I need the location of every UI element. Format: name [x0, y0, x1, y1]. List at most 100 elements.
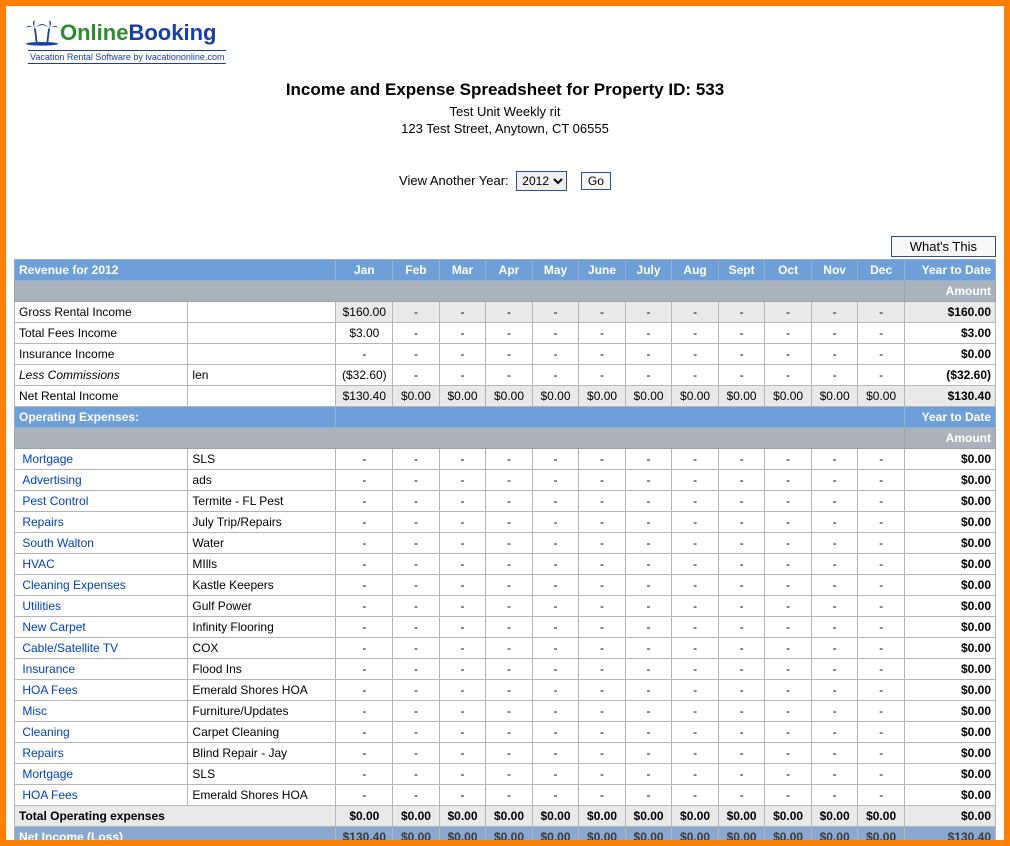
expense-link[interactable]: Insurance [22, 662, 75, 676]
revenue-row: Total Fees Income$3.00-----------$3.00 [15, 323, 996, 344]
revenue-row: Less Commissionslen($32.60)-----------($… [15, 365, 996, 386]
expense-link[interactable]: HVAC [22, 557, 54, 571]
expense-link[interactable]: Repairs [22, 746, 63, 760]
expense-link[interactable]: New Carpet [22, 620, 85, 634]
cell: - [811, 344, 858, 365]
cell: - [336, 470, 393, 491]
cell: - [858, 554, 905, 575]
month-header: Sept [718, 260, 765, 281]
cell: - [393, 638, 440, 659]
cell: - [486, 533, 533, 554]
cell: - [393, 764, 440, 785]
cell: - [532, 470, 579, 491]
cell: - [811, 785, 858, 806]
cell: - [579, 743, 626, 764]
cell: - [393, 512, 440, 533]
cell: - [625, 449, 672, 470]
cell: - [625, 323, 672, 344]
cell: - [765, 344, 812, 365]
cell: - [532, 722, 579, 743]
expense-link[interactable]: Utilities [22, 599, 61, 613]
expense-row: InsuranceFlood Ins------------$0.00 [15, 659, 996, 680]
expense-row: UtilitiesGulf Power------------$0.00 [15, 596, 996, 617]
cell: - [393, 617, 440, 638]
cell: - [532, 701, 579, 722]
cell: - [765, 680, 812, 701]
month-header: Feb [393, 260, 440, 281]
cell: - [336, 680, 393, 701]
expense-link[interactable]: Repairs [22, 515, 63, 529]
go-button[interactable]: Go [581, 172, 611, 190]
cell: - [486, 470, 533, 491]
cell: - [625, 470, 672, 491]
cell: $0.00 [439, 386, 486, 407]
expense-link[interactable]: Advertising [22, 473, 81, 487]
cell: - [393, 743, 440, 764]
expense-link[interactable]: Mortgage [22, 452, 73, 466]
cell: - [811, 491, 858, 512]
ytd-cell: $0.00 [904, 701, 995, 722]
expense-link[interactable]: HOA Fees [22, 683, 77, 697]
expense-link[interactable]: Pest Control [22, 494, 88, 508]
row-desc [188, 386, 336, 407]
cell: ($32.60) [336, 365, 393, 386]
cell: - [486, 365, 533, 386]
ytd-cell: $0.00 [904, 680, 995, 701]
cell: - [393, 722, 440, 743]
cell: - [858, 743, 905, 764]
cell: $0.00 [579, 386, 626, 407]
expense-link[interactable]: Cleaning Expenses [22, 578, 125, 592]
expense-row: MortgageSLS------------$0.00 [15, 764, 996, 785]
expense-row: South WaltonWater------------$0.00 [15, 533, 996, 554]
cell: - [486, 575, 533, 596]
cell: - [532, 638, 579, 659]
cell: - [532, 575, 579, 596]
cell: - [336, 638, 393, 659]
cell: - [718, 365, 765, 386]
cell: - [439, 554, 486, 575]
cell: - [486, 596, 533, 617]
row-desc: Flood Ins [188, 659, 336, 680]
cell: $0.00 [765, 386, 812, 407]
cell: - [811, 764, 858, 785]
cell: - [765, 470, 812, 491]
row-desc: Gulf Power [188, 596, 336, 617]
cell: - [336, 596, 393, 617]
cell: $0.00 [811, 386, 858, 407]
cell: - [336, 722, 393, 743]
cell: $0.00 [486, 386, 533, 407]
ytd-cell: $0.00 [904, 764, 995, 785]
expense-link[interactable]: South Walton [22, 536, 94, 550]
year-select[interactable]: 2012 [516, 171, 567, 191]
cell: - [486, 701, 533, 722]
cell: - [718, 638, 765, 659]
row-desc: Blind Repair - Jay [188, 743, 336, 764]
expense-link[interactable]: HOA Fees [22, 788, 77, 802]
cell: - [579, 512, 626, 533]
cell: - [532, 344, 579, 365]
month-header: July [625, 260, 672, 281]
row-label: Misc [15, 701, 188, 722]
cell: - [336, 617, 393, 638]
expense-row: Pest ControlTermite - FL Pest-----------… [15, 491, 996, 512]
cell: - [486, 449, 533, 470]
expense-link[interactable]: Mortgage [22, 767, 73, 781]
cell: - [486, 491, 533, 512]
revenue-section-label: Revenue for 2012 [15, 260, 336, 281]
row-label: Repairs [15, 743, 188, 764]
expense-link[interactable]: Misc [22, 704, 47, 718]
cell: - [811, 533, 858, 554]
cell: - [336, 659, 393, 680]
ytd-cell: $0.00 [904, 638, 995, 659]
cell: - [393, 323, 440, 344]
cell: - [532, 743, 579, 764]
whats-this-button[interactable]: What's This [891, 236, 996, 257]
expense-link[interactable]: Cable/Satellite TV [22, 641, 118, 655]
cell: - [439, 302, 486, 323]
cell: - [672, 344, 719, 365]
expense-link[interactable]: Cleaning [22, 725, 69, 739]
cell: - [532, 554, 579, 575]
cell: - [718, 449, 765, 470]
cell: - [811, 554, 858, 575]
view-year-label: View Another Year: [399, 173, 509, 188]
